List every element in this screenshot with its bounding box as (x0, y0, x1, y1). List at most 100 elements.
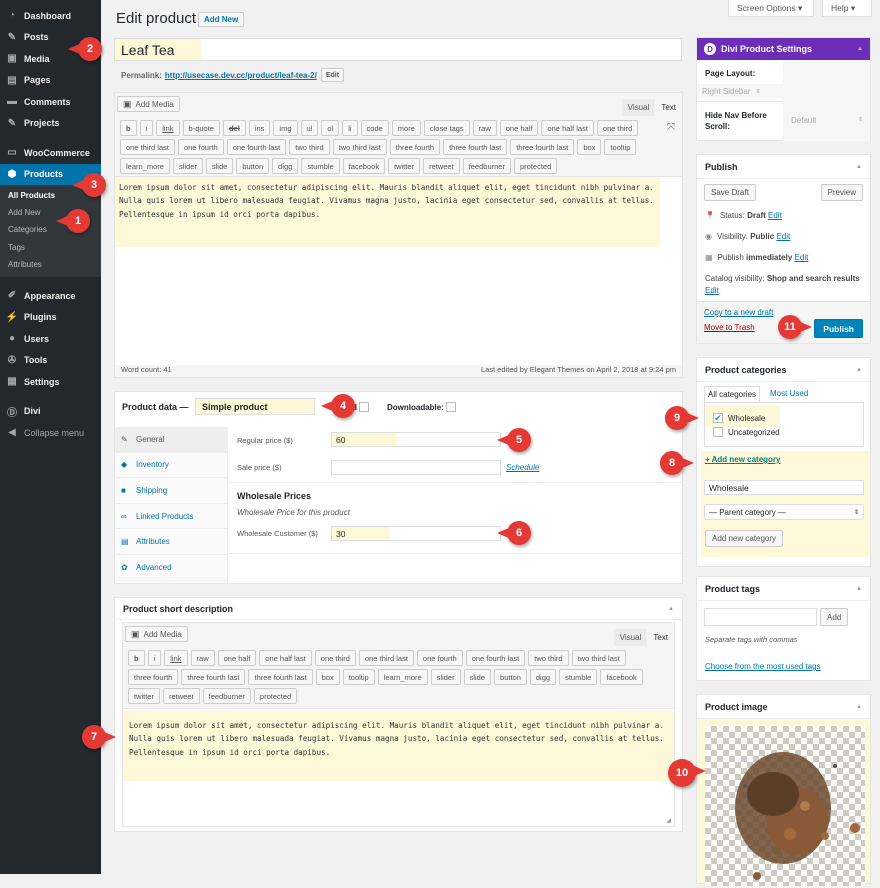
add-new-category-link[interactable]: + Add new category (705, 455, 781, 464)
quicktag-button[interactable]: three fourth last (443, 139, 508, 155)
quicktag-button[interactable]: del (222, 120, 246, 136)
quicktag-button[interactable]: button (236, 158, 270, 174)
quicktag-button[interactable]: two third last (332, 139, 387, 155)
quicktag-button[interactable]: one fourth last (226, 139, 287, 155)
collapse-caret-icon[interactable]: ▲ (856, 164, 862, 170)
collapse-caret-icon[interactable]: ▲ (856, 704, 862, 710)
quicktag-button[interactable]: slider (430, 669, 461, 685)
add-new-category-button[interactable]: Add new category (705, 530, 784, 547)
downloadable-checkbox[interactable] (445, 402, 456, 412)
product-title-input[interactable]: Leaf Tea (114, 38, 682, 61)
quicktag-button[interactable]: one third (314, 650, 356, 666)
screen-options-button[interactable]: Screen Options ▾ (728, 0, 814, 17)
content-textarea[interactable]: Lorem ipsum dolor sit amet, consectetur … (115, 176, 682, 365)
quicktag-button[interactable]: raw (190, 650, 215, 666)
quicktag-button[interactable]: three fourth last (181, 669, 246, 685)
sale-price-input[interactable] (331, 460, 501, 475)
catalog-edit-link[interactable]: Edit (705, 286, 719, 295)
quicktag-button[interactable]: retweet (423, 158, 460, 174)
tags-header[interactable]: Product tags ▲ (697, 577, 870, 601)
quicktag-button[interactable]: slide (205, 158, 234, 174)
quicktag-button[interactable]: stumble (301, 158, 340, 174)
publish-edit-link[interactable]: Edit (795, 253, 809, 262)
category-item-wholesale[interactable]: ✔ Wholesale (713, 413, 765, 423)
quicktag-button[interactable]: link (156, 120, 180, 136)
add-tag-button[interactable]: Add (820, 608, 849, 626)
quicktag-button[interactable]: slide (463, 669, 492, 685)
new-category-input[interactable]: Wholesale (704, 480, 864, 495)
collapse-caret-icon[interactable]: ▲ (856, 586, 862, 592)
preview-button[interactable]: Preview (820, 184, 863, 201)
permalink-edit-button[interactable]: Edit (320, 68, 345, 82)
quicktag-button[interactable]: learn_more (377, 669, 428, 685)
quicktag-button[interactable]: twitter (128, 688, 161, 704)
schedule-link[interactable]: Schedule (506, 463, 539, 472)
sidebar-item-projects[interactable]: ✎ Projects (0, 113, 101, 135)
resize-handle-icon[interactable]: ◢ (666, 817, 671, 824)
tab-all-categories[interactable]: All categories (704, 386, 761, 402)
quicktag-button[interactable]: three fourth last (248, 669, 313, 685)
add-new-button[interactable]: Add New (198, 12, 245, 27)
hide-nav-select[interactable]: Default ⇕ (791, 116, 863, 125)
collapse-caret-icon[interactable]: ▲ (856, 367, 862, 373)
sidebar-item-woocommerce[interactable]: ▭ WooCommerce (0, 142, 101, 164)
quicktag-button[interactable]: retweet (163, 688, 200, 704)
add-media-button[interactable]: ▣ Add Media (117, 96, 180, 112)
quicktag-button[interactable]: ol (321, 120, 340, 136)
sidebar-item-pages[interactable]: ▤ Pages (0, 70, 101, 92)
quicktag-button[interactable]: two third (289, 139, 330, 155)
page-layout-select[interactable]: Right Sidebar ⇕ (697, 84, 783, 98)
quicktag-button[interactable]: box (315, 669, 340, 685)
quicktag-button[interactable]: facebook (600, 669, 643, 685)
quicktag-button[interactable]: link (164, 650, 188, 666)
tab-visual[interactable]: Visual (621, 99, 656, 116)
quicktag-button[interactable]: feedburner (202, 688, 251, 704)
tab-visual[interactable]: Visual (613, 629, 648, 646)
tags-input[interactable] (704, 608, 817, 626)
quicktag-button[interactable]: one half (499, 120, 539, 136)
quicktag-button[interactable]: button (494, 669, 527, 685)
save-draft-button[interactable]: Save Draft (704, 184, 756, 201)
divi-settings-header[interactable]: D Divi Product Settings ▲ (697, 38, 870, 60)
quicktag-button[interactable]: protected (513, 158, 558, 174)
quicktag-button[interactable]: ul (300, 120, 319, 136)
collapse-caret-icon[interactable]: ▲ (668, 606, 674, 612)
quicktag-button[interactable]: more (391, 120, 421, 136)
quicktag-button[interactable]: three fourth (128, 669, 179, 685)
permalink-link[interactable]: http://usecase.dev.cc/product/leaf-tea-2… (165, 71, 317, 80)
quicktag-button[interactable]: facebook (342, 158, 386, 174)
sidebar-item-users[interactable]: ● Users (0, 328, 101, 350)
quicktag-button[interactable]: i (139, 120, 154, 136)
tab-text[interactable]: Text (655, 99, 682, 116)
fullscreen-icon[interactable]: ⤧ (667, 122, 675, 133)
publish-header[interactable]: Publish ▲ (697, 155, 870, 179)
quicktag-button[interactable]: three fourth last (510, 139, 575, 155)
tab-text[interactable]: Text (647, 629, 674, 646)
quicktag-button[interactable]: ins (248, 120, 271, 136)
short-description-textarea[interactable]: Lorem ipsum dolor sit amet, consectetur … (123, 708, 674, 826)
quicktag-button[interactable]: two third (528, 650, 569, 666)
quicktag-button[interactable]: twitter (388, 158, 421, 174)
sidebar-item-divi[interactable]: Ⓓ Divi (0, 400, 101, 422)
virtual-checkbox[interactable] (359, 402, 369, 412)
quicktag-button[interactable]: digg (272, 158, 299, 174)
quicktag-button[interactable]: b (128, 650, 145, 666)
product-image-thumbnail[interactable] (705, 726, 865, 886)
quicktag-button[interactable]: three fourth (389, 139, 441, 155)
regular-price-input[interactable]: 60 (331, 432, 501, 447)
status-edit-link[interactable]: Edit (768, 211, 782, 220)
sidebar-item-appearance[interactable]: ✐ Appearance (0, 285, 101, 307)
add-media-button[interactable]: ▣ Add Media (125, 626, 188, 642)
checkbox-unchecked[interactable] (713, 427, 723, 437)
quicktag-button[interactable]: box (577, 139, 602, 155)
quicktag-button[interactable]: learn_more (120, 158, 170, 174)
quicktag-button[interactable]: feedburner (462, 158, 511, 174)
submenu-tags[interactable]: Tags (0, 239, 101, 256)
quicktag-button[interactable]: b-quote (182, 120, 220, 136)
sidebar-item-dashboard[interactable]: ◔ Dashboard (0, 5, 101, 27)
quicktag-button[interactable]: one half last (541, 120, 594, 136)
wholesale-customer-input[interactable]: 30 (331, 526, 501, 541)
quicktag-button[interactable]: img (273, 120, 298, 136)
publish-button[interactable]: Publish (814, 319, 863, 338)
submenu-attributes[interactable]: Attributes (0, 256, 101, 273)
